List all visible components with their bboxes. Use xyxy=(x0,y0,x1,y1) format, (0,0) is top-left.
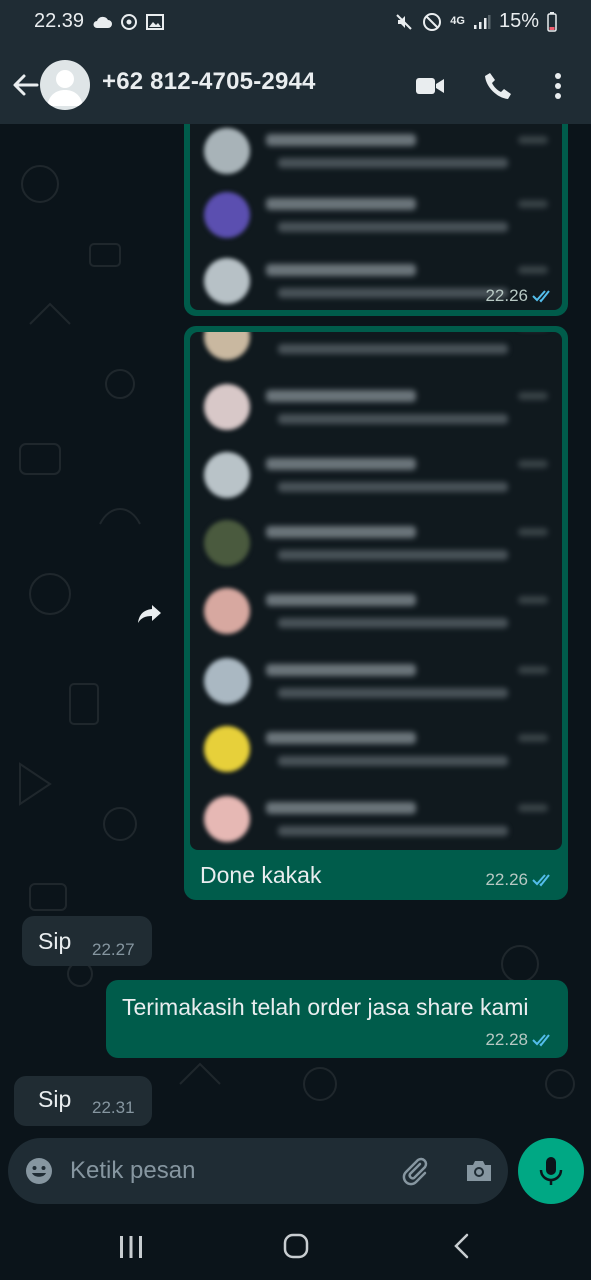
avatar[interactable] xyxy=(40,60,90,110)
blurred-row xyxy=(190,510,562,578)
message-input[interactable]: Ketik pesan xyxy=(70,1157,195,1185)
mic-icon xyxy=(539,1157,563,1185)
back-arrow-icon[interactable] xyxy=(10,70,40,100)
contact-name[interactable]: +62 812-4705-2944 xyxy=(102,68,316,96)
message-meta: 22.26 xyxy=(485,870,554,890)
message-time: 22.27 xyxy=(92,940,135,959)
forward-icon[interactable] xyxy=(136,600,164,628)
message-time: 22.31 xyxy=(92,1098,135,1117)
incoming-message-1[interactable]: Sip 22.27 xyxy=(22,916,152,966)
blurred-row xyxy=(190,332,562,372)
message-meta: 22.28 xyxy=(485,1030,554,1050)
mic-button[interactable] xyxy=(518,1138,584,1204)
read-receipt-icon xyxy=(532,290,550,303)
image-caption: Done kakak xyxy=(200,862,322,888)
chat-area[interactable]: 22.26 Done kakak 22.26 Sip 22.27 Terimak… xyxy=(0,124,591,1136)
signal-icon xyxy=(473,14,491,29)
message-composer[interactable]: Ketik pesan xyxy=(8,1138,508,1204)
avatar-icon xyxy=(47,70,83,106)
blurred-row xyxy=(190,374,562,442)
back-nav-icon[interactable] xyxy=(450,1232,474,1260)
system-nav-bar xyxy=(0,1212,591,1280)
incoming-message-2[interactable]: Sip 22.31 xyxy=(14,1076,152,1126)
camera-icon[interactable] xyxy=(464,1156,494,1186)
home-nav-icon[interactable] xyxy=(282,1232,310,1260)
sync-icon xyxy=(121,13,138,30)
status-right: 4G 15% xyxy=(394,10,557,33)
image-message-1[interactable]: 22.26 xyxy=(184,124,568,316)
blurred-row xyxy=(190,124,562,186)
message-time: 22.28 xyxy=(485,1030,528,1049)
video-call-icon[interactable] xyxy=(414,70,446,102)
read-receipt-icon xyxy=(532,874,550,887)
read-receipt-icon xyxy=(532,1034,550,1047)
message-time: 22.26 xyxy=(485,286,528,305)
mute-icon xyxy=(396,13,412,30)
status-left: 22.39 xyxy=(34,10,165,33)
network-type: 4G xyxy=(450,15,465,27)
emoji-icon[interactable] xyxy=(24,1156,54,1186)
message-text: Sip xyxy=(38,928,72,954)
image-thumbnail-2[interactable] xyxy=(190,332,562,850)
attach-icon[interactable] xyxy=(400,1156,430,1186)
do-not-disturb-icon xyxy=(423,12,442,31)
more-options-icon[interactable] xyxy=(542,70,574,102)
blurred-row xyxy=(190,648,562,716)
image-thumbnail-1[interactable] xyxy=(190,124,562,310)
cloud-icon xyxy=(93,16,113,28)
voice-call-icon[interactable] xyxy=(482,70,514,102)
battery-percent: 15% xyxy=(498,10,539,32)
chat-header: +62 812-4705-2944 xyxy=(0,46,591,124)
recents-nav-icon[interactable] xyxy=(116,1234,146,1260)
status-bar: 22.39 4G 15% xyxy=(0,0,591,46)
message-meta: 22.26 xyxy=(485,286,554,306)
status-time: 22.39 xyxy=(34,10,85,32)
message-text: Terimakasih telah order jasa share kami xyxy=(122,994,529,1020)
blurred-row xyxy=(190,716,562,784)
blurred-row xyxy=(190,578,562,646)
image-message-2[interactable]: Done kakak 22.26 xyxy=(184,326,568,900)
battery-icon xyxy=(547,11,557,32)
blurred-row xyxy=(190,786,562,850)
message-text: Sip xyxy=(38,1086,72,1112)
blurred-row xyxy=(190,182,562,250)
blurred-row xyxy=(190,442,562,510)
gallery-icon xyxy=(146,13,165,30)
message-time: 22.26 xyxy=(485,870,528,889)
outgoing-message[interactable]: Terimakasih telah order jasa share kami … xyxy=(106,980,568,1058)
